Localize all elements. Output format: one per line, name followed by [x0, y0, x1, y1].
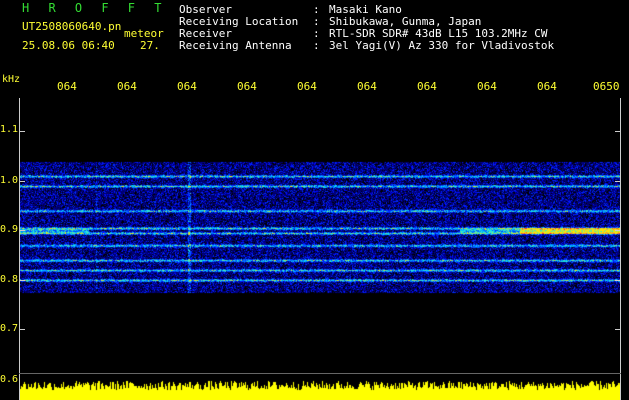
spectrogram-plot [19, 98, 621, 400]
y-tick-mark [615, 329, 621, 330]
y-tick-mark [615, 131, 621, 132]
y-tick-mark [19, 181, 25, 182]
time-tick-label: 064 [357, 80, 377, 93]
y-tick-label: 0.9 [0, 224, 19, 235]
y-tick-label: 0.6 [0, 374, 19, 385]
station-info: Observer: Masaki Kano Receiving Location:… [179, 4, 554, 52]
info-row-antenna: Receiving Antenna:3el Yagi(V) Az 330 for… [179, 40, 554, 52]
app-title: H R O F F T [22, 1, 168, 15]
time-tick-label: 064 [417, 80, 437, 93]
y-tick-mark [19, 329, 25, 330]
y-tick-label: 0.7 [0, 323, 19, 334]
date-time-label: 25.08.06 06:40 [22, 39, 115, 52]
time-tick-label: 064 [237, 80, 257, 93]
spectrogram-canvas [19, 98, 621, 400]
y-tick-mark [615, 280, 621, 281]
y-tick-mark [19, 280, 25, 281]
time-tick-label: 064 [177, 80, 197, 93]
count-label: 27. [140, 39, 160, 52]
y-tick-label: 1.0 [0, 175, 19, 186]
time-tick-label: 064 [297, 80, 317, 93]
time-tick-label: 064 [117, 80, 137, 93]
info-label: Receiving Antenna [179, 39, 292, 52]
y-axis-unit: kHz [2, 74, 21, 85]
header-panel: H R O F F T UT2508060640.pn meteor 25.08… [0, 0, 629, 58]
filename-label: UT2508060640.pn [22, 20, 122, 33]
y-tick-mark [19, 131, 25, 132]
y-tick-mark [615, 230, 621, 231]
time-tick-label: 064 [477, 80, 497, 93]
y-tick-label: 0.8 [0, 274, 19, 285]
y-tick-mark [615, 181, 621, 182]
time-tick-label: 064 [57, 80, 77, 93]
info-separator: : [313, 39, 320, 52]
level-baseline [19, 373, 621, 374]
time-tick-label: 064 [537, 80, 557, 93]
y-tick-label: 1.1 [0, 124, 19, 135]
y-tick-mark [19, 230, 25, 231]
info-value: 3el Yagi(V) Az 330 for Vladivostok [329, 39, 555, 52]
time-tick-label: 0650 [593, 80, 620, 93]
